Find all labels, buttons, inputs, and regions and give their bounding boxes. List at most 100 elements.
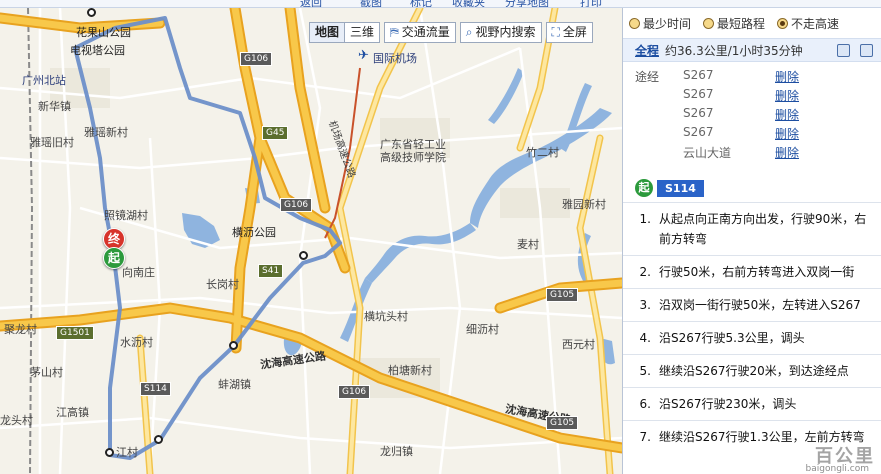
route-panel: 最少时间 最短路程 不走高速 全程 约36.3公里/1小时35分钟 途经 S26… (622, 8, 881, 474)
map-label: 龙头村 (0, 414, 33, 427)
route-summary: 全程 约36.3公里/1小时35分钟 (623, 38, 881, 62)
3d-mode-button[interactable]: 三维 (345, 22, 381, 43)
start-road-badge: S114 (657, 179, 704, 197)
delete-via-link[interactable]: 删除 (775, 68, 799, 87)
via-row: S267 删除 (683, 106, 863, 125)
step-number: 2. (639, 265, 651, 279)
radio-least-time[interactable] (629, 17, 640, 29)
map-label: 江高镇 (56, 406, 89, 419)
toolbar-item[interactable]: 打印 (580, 0, 602, 7)
route-step[interactable]: 1. 从起点向正南方向出发，行驶90米，右前方转弯 (623, 202, 881, 255)
start-icon: 起 (635, 179, 653, 197)
toolbar-item[interactable]: 收藏夹 (452, 0, 485, 7)
map-label: 竹二村 (526, 146, 559, 159)
map-label: 茅山村 (30, 366, 63, 379)
option-label: 不走高速 (791, 16, 840, 31)
step-text: 沿S267行驶230米，调头 (659, 397, 797, 411)
print-icon[interactable] (860, 44, 873, 57)
option-label: 最短路程 (717, 16, 766, 31)
via-road: S267 (683, 106, 714, 120)
delete-via-link[interactable]: 删除 (775, 125, 799, 144)
delete-via-link[interactable]: 删除 (775, 144, 799, 163)
via-label: 途经 (635, 70, 660, 84)
waypoint-marker[interactable] (229, 341, 238, 350)
route-step[interactable]: 5. 继续沿S267行驶20米，到达途经点 (623, 354, 881, 387)
map-label: 长岗村 (206, 278, 239, 291)
waypoint-marker[interactable] (87, 8, 96, 17)
route-options: 最少时间 最短路程 不走高速 (623, 8, 881, 38)
waypoint-marker[interactable] (105, 448, 114, 457)
map-mode-switch: 地图 三维 (309, 22, 381, 44)
via-road: S267 (683, 125, 714, 139)
map-label: 细沥村 (466, 323, 499, 336)
map-label: 雅瑶新村 (84, 126, 128, 139)
map-mode-button[interactable]: 地图 (309, 22, 346, 43)
search-icon: ⌕ (465, 25, 473, 39)
via-road: 云山大道 (683, 146, 732, 160)
route-step[interactable]: 2. 行驶50米，右前方转弯进入双岗一街 (623, 255, 881, 288)
option-least-time[interactable]: 最少时间 (629, 15, 691, 32)
road-badge: G106 (338, 385, 371, 399)
road-badge: S41 (258, 264, 284, 278)
traffic-icon: ⛿ (390, 25, 399, 39)
via-points: 途经 S267 删除 S267 删除 S267 删除 S267 删除 云山大道 … (623, 62, 881, 166)
radio-shortest[interactable] (703, 17, 715, 29)
delete-via-link[interactable]: 删除 (775, 106, 799, 125)
option-no-highway[interactable]: 不走高速 (777, 15, 839, 32)
via-row: 云山大道 删除 (683, 144, 863, 163)
map-label: 照镜湖村 (104, 209, 148, 222)
export-icon[interactable] (837, 44, 850, 57)
map-label: 向南庄 (122, 266, 155, 279)
map-toolbar: 地图 三维 ⛿ 交通流量 ⌕ 视野内搜索 ⛶ 全屏 (309, 22, 593, 44)
option-shortest[interactable]: 最短路程 (703, 15, 765, 32)
map-label: 新华镇 (38, 100, 71, 113)
fullscreen-label: 全屏 (562, 25, 587, 39)
route-step[interactable]: 4. 沿S267行驶5.3公里，调头 (623, 321, 881, 354)
toolbar-item[interactable]: 标记 (410, 0, 432, 7)
road-badge: S114 (140, 382, 171, 396)
start-row: 起 S114 (635, 179, 704, 197)
toolbar-item[interactable]: 分享地图 (505, 0, 549, 7)
route-step[interactable]: 6. 沿S267行驶230米，调头 (623, 387, 881, 420)
toolbar-item[interactable]: 返回 (300, 0, 322, 7)
route-steps: 1. 从起点向正南方向出发，行驶90米，右前方转弯 2. 行驶50米，右前方转弯… (623, 202, 881, 453)
road-badge: G105 (546, 416, 579, 430)
map-label: 雅瑶旧村 (30, 136, 74, 149)
delete-via-link[interactable]: 删除 (775, 87, 799, 106)
map-label: 广东省轻工业高级技师学院 (380, 138, 446, 164)
route-distance-time: 约36.3公里/1小时35分钟 (665, 43, 803, 58)
fullscreen-button[interactable]: ⛶ 全屏 (545, 22, 593, 43)
map-label: 聚龙村 (4, 323, 37, 336)
step-number: 7. (639, 430, 651, 444)
step-number: 4. (639, 331, 651, 345)
map-canvas[interactable]: 花果山公园 电视塔公园 广州北站 新华镇 雅瑶旧村 雅瑶新村 照镜湖村 横沥公园… (0, 8, 622, 474)
route-step[interactable]: 3. 沿双岗一街行驶50米，左转进入S267 (623, 288, 881, 321)
full-route-link[interactable]: 全程 (635, 42, 659, 59)
road-badge: G1501 (56, 326, 94, 340)
map-label: 江村 (116, 446, 138, 459)
step-text: 行驶50米，右前方转弯进入双岗一街 (659, 265, 855, 279)
fullscreen-icon: ⛶ (551, 25, 560, 39)
waypoint-marker[interactable] (299, 251, 308, 260)
toolbar-item[interactable]: 截图 (360, 0, 382, 7)
step-text: 继续沿S267行驶20米，到达途经点 (659, 364, 849, 378)
top-toolbar: 返回 截图 标记 收藏夹 分享地图 打印 (0, 0, 881, 8)
step-number: 3. (639, 298, 651, 312)
road-badge: G106 (240, 52, 273, 66)
step-text: 沿S267行驶5.3公里，调头 (659, 331, 805, 345)
map-label: 蚌湖镇 (218, 378, 251, 391)
step-text: 沿双岗一街行驶50米，左转进入S267 (659, 298, 861, 312)
radio-no-highway[interactable] (777, 17, 789, 29)
traffic-button[interactable]: ⛿ 交通流量 (384, 22, 456, 43)
search-in-view-button[interactable]: ⌕ 视野内搜索 (459, 22, 542, 43)
map-label: 广州北站 (22, 74, 66, 87)
via-road: S267 (683, 68, 714, 82)
start-marker[interactable]: 起 (103, 247, 125, 269)
map-label: 国际机场 (373, 52, 417, 65)
map-label: 麦村 (517, 238, 539, 251)
step-number: 1. (639, 212, 651, 226)
map-label: 电视塔公园 (70, 44, 125, 57)
map-label: 龙归镇 (380, 445, 413, 458)
waypoint-marker[interactable] (154, 435, 163, 444)
road-badge: G105 (546, 288, 579, 302)
